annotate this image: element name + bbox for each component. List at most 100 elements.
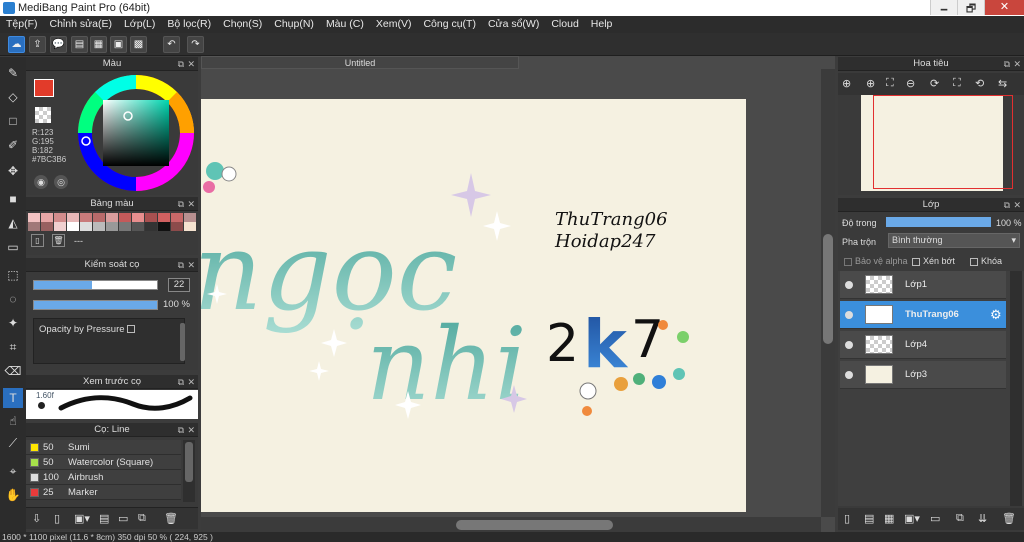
opacity-pressure-checkbox[interactable]	[127, 325, 135, 333]
template-icon[interactable]: ▣	[110, 36, 127, 53]
palette-swatch[interactable]	[184, 213, 196, 222]
foreground-color-swatch[interactable]	[34, 79, 54, 97]
text-tool-icon[interactable]: T	[3, 388, 23, 408]
select-rect-tool-icon[interactable]: ⬚	[3, 265, 23, 285]
palette-swatch[interactable]	[80, 222, 92, 231]
menu-snap[interactable]: Chụp(N)	[268, 16, 320, 30]
move-tool-icon[interactable]: ✥	[3, 161, 23, 181]
panel-close-icon[interactable]: ✕	[187, 197, 195, 211]
palette-swatch[interactable]	[54, 222, 66, 231]
select-eraser-tool-icon[interactable]: ⌫	[3, 361, 23, 381]
divide-tool-icon[interactable]: ⟋	[3, 433, 23, 453]
lock-option[interactable]: Khóa	[970, 256, 1002, 266]
panel-float-icon[interactable]: ⧉	[178, 375, 184, 389]
menu-color[interactable]: Màu (C)	[320, 16, 370, 30]
palette-swatch[interactable]	[93, 213, 105, 222]
pen-tool-icon[interactable]: ✐	[3, 135, 23, 155]
panel-float-icon[interactable]: ⧉	[1004, 198, 1010, 212]
document-icon[interactable]: ▤	[71, 36, 88, 53]
panel-close-icon[interactable]: ✕	[1013, 57, 1021, 71]
brush-settings-icon[interactable]: ▤	[99, 512, 109, 525]
layer-row-lop4[interactable]: Lớp4	[840, 331, 1006, 359]
brush-tool-icon[interactable]: ✎	[3, 63, 23, 83]
menu-cloud[interactable]: Cloud	[545, 16, 584, 30]
brush-settings-scrollbar[interactable]	[180, 323, 185, 361]
rotate-icon[interactable]: ⟳	[930, 77, 939, 90]
protect-alpha-option[interactable]: Bảo vệ alpha	[844, 256, 908, 266]
cloud-download-icon[interactable]: ⇩	[32, 512, 41, 525]
canvas-horizontal-scrollbar[interactable]	[201, 517, 821, 532]
menu-layer[interactable]: Lớp(L)	[118, 16, 161, 30]
palette-swatch[interactable]	[119, 213, 131, 222]
brush-item[interactable]: 50 Sumi	[26, 440, 181, 455]
page-icon[interactable]: ▦	[90, 36, 107, 53]
palette-swatch[interactable]	[28, 213, 40, 222]
zoom-out-icon[interactable]: ⊖	[906, 77, 915, 90]
grid-icon[interactable]: ▩	[130, 36, 147, 53]
redo-button[interactable]: ↷	[187, 36, 204, 53]
brush-size-slider[interactable]	[33, 280, 158, 290]
brush-item[interactable]: 100 Airbrush	[26, 470, 181, 485]
menu-tools[interactable]: Công cụ(T)	[417, 16, 482, 30]
layer-opacity-slider[interactable]	[886, 217, 991, 227]
new-halftone-layer-icon[interactable]: ▤	[864, 512, 874, 525]
visibility-eye-icon[interactable]	[845, 311, 853, 319]
brush-list-scrollbar[interactable]	[183, 440, 195, 502]
panel-float-icon[interactable]: ⧉	[178, 57, 184, 71]
palette-swatch[interactable]	[158, 222, 170, 231]
brush-item[interactable]: 25 Marker	[26, 485, 181, 500]
palette-swatch[interactable]	[67, 222, 79, 231]
layer-row-lop1[interactable]: Lớp1	[840, 271, 1006, 299]
color-mode-icon[interactable]: ◉	[34, 175, 48, 189]
fit-icon[interactable]: ⛶	[886, 77, 894, 90]
palette-swatch[interactable]	[171, 213, 183, 222]
palette-swatch[interactable]	[184, 222, 196, 231]
new-8bit-layer-icon[interactable]: ▦	[884, 512, 894, 525]
palette-swatch[interactable]	[67, 213, 79, 222]
trash-icon[interactable]: 🗑	[164, 512, 178, 525]
menu-window[interactable]: Cửa sổ(W)	[482, 16, 545, 30]
palette-swatch[interactable]	[158, 213, 170, 222]
rectangle-tool-icon[interactable]: □	[3, 111, 23, 131]
new-brush-icon[interactable]: ▯	[54, 512, 60, 525]
menu-view[interactable]: Xem(V)	[370, 16, 418, 30]
select-pen-tool-icon[interactable]: ⌗	[3, 337, 23, 357]
layer-row-lop3[interactable]: Lớp3	[840, 361, 1006, 389]
close-button[interactable]: ✕	[984, 0, 1024, 15]
clip-option[interactable]: Xén bớt	[912, 256, 955, 266]
palette-swatch[interactable]	[119, 222, 131, 231]
panel-close-icon[interactable]: ✕	[187, 258, 195, 272]
palette-swatch[interactable]	[93, 222, 105, 231]
duplicate-layer-icon[interactable]: ⧉	[956, 512, 964, 525]
navigator-thumbnail[interactable]	[861, 95, 1013, 191]
visibility-eye-icon[interactable]	[845, 281, 853, 289]
maximize-button[interactable]: 🗗	[957, 0, 984, 15]
zoom-in-alt-icon[interactable]: ⊕	[866, 77, 875, 90]
brush-size-value[interactable]: 22	[168, 278, 190, 292]
palette-swatch[interactable]	[132, 222, 144, 231]
palette-swatch[interactable]	[41, 222, 53, 231]
panel-float-icon[interactable]: ⧉	[1004, 57, 1010, 71]
menu-filter[interactable]: Bộ lọc(R)	[161, 16, 217, 30]
add-layer-menu-icon[interactable]: ▣▾	[904, 512, 920, 525]
layer-settings-gear-icon[interactable]: ⚙	[990, 307, 1002, 323]
panel-close-icon[interactable]: ✕	[1013, 198, 1021, 212]
zoom-in-icon[interactable]: ⊕	[842, 77, 851, 90]
menu-file[interactable]: Tệp(F)	[0, 16, 44, 30]
palette-swatch[interactable]	[54, 213, 66, 222]
blend-mode-select[interactable]: Bình thường ▾	[888, 233, 1020, 248]
palette-swatch[interactable]	[80, 213, 92, 222]
menu-help[interactable]: Help	[585, 16, 619, 30]
flip-icon[interactable]: ⇆	[998, 77, 1007, 90]
visibility-eye-icon[interactable]	[845, 371, 853, 379]
brush-add-menu-icon[interactable]: ▣▾	[74, 512, 90, 525]
brush-opacity-slider[interactable]	[33, 300, 158, 310]
delete-palette-icon[interactable]: 🗑	[52, 234, 65, 247]
duplicate-icon[interactable]: ⧉	[138, 512, 146, 525]
lasso-tool-icon[interactable]: ◌	[3, 289, 23, 309]
brush-item[interactable]: 50 Watercolor (Square)	[26, 455, 181, 470]
hand-tool-icon[interactable]: ✋	[3, 485, 23, 505]
menu-edit[interactable]: Chỉnh sửa(E)	[44, 16, 118, 30]
magic-wand-tool-icon[interactable]: ✦	[3, 313, 23, 333]
palette-swatch[interactable]	[28, 222, 40, 231]
